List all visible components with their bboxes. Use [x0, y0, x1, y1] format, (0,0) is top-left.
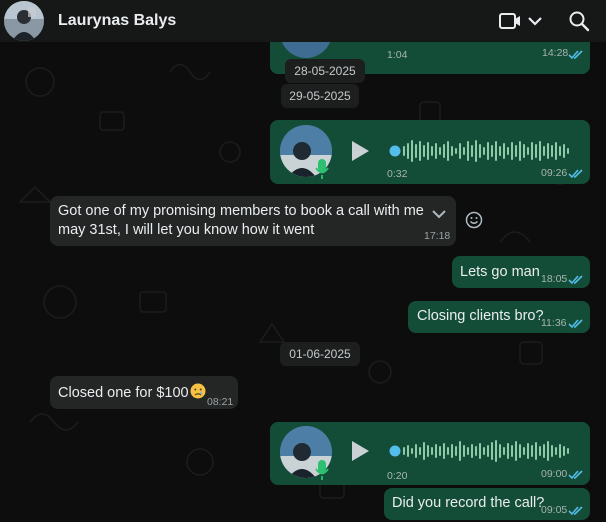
message-text: Closing clients bro?: [417, 308, 544, 324]
avatar[interactable]: [4, 1, 44, 41]
message-time: 09:26: [541, 167, 568, 179]
voice-message-bubble[interactable]: 0:20 09:00: [270, 422, 590, 485]
message-menu-chevron-icon[interactable]: [431, 208, 447, 220]
read-ticks-icon: [568, 506, 583, 516]
read-ticks-icon: [568, 319, 583, 329]
chat-header: Laurynas Balys: [0, 0, 606, 42]
audio-waveform[interactable]: [388, 136, 573, 166]
read-ticks-icon: [568, 470, 583, 480]
contact-name[interactable]: Laurynas Balys: [58, 12, 176, 30]
voice-duration: 1:04: [387, 49, 408, 61]
message-time: 09:00: [541, 468, 568, 480]
video-call-button[interactable]: [498, 10, 548, 32]
search-icon: [569, 11, 590, 32]
incoming-message-bubble[interactable]: Got one of my promising members to book …: [50, 196, 456, 246]
message-text: Lets go man: [460, 264, 540, 280]
read-ticks-icon: [568, 50, 583, 60]
outgoing-message-bubble[interactable]: Closing clients bro? 11:36: [408, 301, 590, 333]
message-text: Did you record the call?: [392, 495, 545, 511]
crying-face-emoji-icon: [190, 383, 206, 399]
incoming-message-bubble[interactable]: Closed one for $100 08:21: [50, 376, 238, 409]
video-call-icon: [499, 13, 520, 29]
message-time: 14:28: [542, 47, 569, 59]
date-separator: 28-05-2025: [285, 59, 365, 83]
read-ticks-icon: [568, 169, 583, 179]
microphone-icon: [315, 460, 329, 480]
audio-waveform[interactable]: [388, 436, 573, 466]
microphone-icon: [315, 159, 329, 179]
chat-area[interactable]: 1:04 14:28 28-05-2025 29-05-2025 0:32 09…: [0, 42, 606, 522]
message-time: 17:18: [424, 230, 451, 242]
message-text-content: Closed one for $100: [58, 385, 189, 401]
outgoing-message-bubble[interactable]: Lets go man 18:05: [452, 256, 590, 288]
search-button[interactable]: [568, 10, 590, 32]
chevron-down-icon: [528, 17, 542, 26]
message-time: 18:05: [541, 273, 568, 285]
voice-duration: 0:20: [387, 470, 408, 482]
voice-duration: 0:32: [387, 168, 408, 180]
emoji-reaction-icon[interactable]: [465, 211, 483, 229]
message-time: 09:05: [541, 504, 568, 516]
outgoing-message-bubble[interactable]: Did you record the call? 09:05: [384, 488, 590, 520]
message-text: Closed one for $100: [58, 383, 206, 403]
message-text-line: Got one of my promising members to book …: [58, 203, 424, 219]
read-ticks-icon: [568, 275, 583, 285]
play-icon[interactable]: [349, 439, 371, 463]
date-separator: 01-06-2025: [280, 342, 360, 366]
message-time: 08:21: [207, 396, 234, 408]
voice-sender-avatar: [280, 42, 332, 58]
date-separator: 29-05-2025: [281, 84, 359, 108]
message-time: 11:36: [541, 317, 567, 329]
play-icon[interactable]: [349, 139, 371, 163]
message-text-line: may 31st, I will let you know how it wen…: [58, 222, 315, 238]
voice-message-bubble[interactable]: 0:32 09:26: [270, 120, 590, 184]
